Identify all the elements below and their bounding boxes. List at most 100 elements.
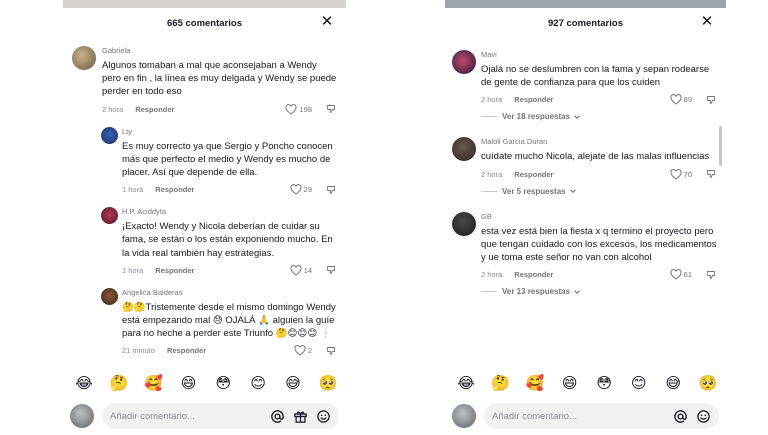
comment-item: Gabriela Algunos tomaban a mal que acons…	[72, 46, 346, 115]
emoji-button[interactable]: 🤔	[487, 373, 515, 393]
dislike-icon[interactable]	[326, 346, 336, 356]
comment-time: 2 hora	[481, 270, 503, 280]
like-button[interactable]: 2	[294, 345, 312, 357]
comment-username[interactable]: Angelica Balderas	[122, 288, 338, 297]
avatar[interactable]	[452, 50, 476, 74]
emoji-button[interactable]: 🥰	[521, 373, 549, 393]
emoji-button[interactable]: 🥺	[694, 373, 722, 393]
view-replies-label[interactable]: Ver 13 respuestas	[502, 287, 570, 296]
comment-input-placeholder[interactable]: Añadir comentario...	[110, 411, 262, 422]
at-icon[interactable]	[270, 409, 285, 424]
avatar[interactable]	[101, 287, 118, 305]
emoji-button[interactable]: 😄	[556, 373, 584, 393]
emoji-button[interactable]: 😄	[175, 373, 203, 393]
like-button[interactable]: 70	[670, 168, 692, 180]
reply-button[interactable]: Responder	[167, 346, 206, 355]
dislike-icon[interactable]	[706, 95, 716, 105]
comment-input[interactable]: Añadir comentario...	[484, 403, 719, 429]
heart-icon	[290, 264, 302, 276]
reply-button[interactable]: Responder	[514, 270, 553, 279]
close-icon[interactable]: ✕	[320, 14, 334, 29]
avatar[interactable]	[101, 207, 118, 225]
comments-count-title: 665 comentarios	[167, 17, 242, 29]
emoji-icon[interactable]	[316, 409, 331, 424]
emoji-icon[interactable]	[696, 409, 711, 424]
avatar[interactable]	[452, 137, 476, 162]
emoji-button[interactable]: 😅	[659, 373, 687, 393]
emoji-button[interactable]: 😳	[209, 373, 237, 393]
heart-icon	[294, 345, 306, 357]
view-replies-label[interactable]: Ver 18 respuestas	[502, 112, 570, 121]
heart-icon	[290, 184, 302, 195]
emoji-quick-bar: 😂 🤔 🥰 😄 😳 😊 😅 🥺	[445, 370, 726, 396]
emoji-button[interactable]: 🥺	[314, 373, 342, 393]
chevron-down-icon	[569, 189, 576, 194]
like-button[interactable]: 14	[290, 264, 312, 276]
like-count: 198	[299, 104, 312, 114]
avatar[interactable]	[101, 126, 118, 144]
comment-input-bar: Añadir comentario...	[63, 399, 346, 433]
avatar[interactable]	[72, 46, 96, 70]
reply-button[interactable]: Responder	[155, 266, 194, 275]
close-icon[interactable]: ✕	[700, 14, 714, 29]
reply-button[interactable]: Responder	[514, 95, 553, 104]
comment-meta: 2 hora Responder 61	[481, 269, 718, 280]
avatar[interactable]	[70, 404, 94, 428]
comment-item: Mavi Ojalá no se deslumbren con la fama …	[452, 50, 726, 121]
gift-icon[interactable]	[293, 409, 308, 424]
emoji-button[interactable]: 😂	[70, 373, 98, 393]
comment-input[interactable]: Añadir comentario...	[102, 403, 339, 429]
emoji-button[interactable]: 😅	[279, 373, 307, 393]
avatar[interactable]	[452, 211, 476, 236]
comment-username[interactable]: GB	[481, 212, 718, 221]
comment-time: 1 hora	[122, 185, 144, 195]
like-button[interactable]: 89	[670, 94, 692, 106]
view-replies-button[interactable]: Ver 18 respuestas	[481, 112, 718, 121]
emoji-button[interactable]: 😊	[244, 373, 272, 393]
comment-meta: 1 hora Responder 29	[122, 184, 338, 195]
comment-input-placeholder[interactable]: Añadir comentario...	[492, 411, 665, 422]
dislike-icon[interactable]	[326, 104, 336, 114]
comment-item: Maloli Garcia Duran cuídate mucho Nicola…	[452, 137, 726, 196]
view-replies-label[interactable]: Ver 5 respuestas	[502, 187, 566, 196]
view-replies-button[interactable]: Ver 13 respuestas	[481, 287, 718, 296]
video-edge	[63, 0, 346, 8]
comment-username[interactable]: Lty	[122, 127, 338, 136]
dislike-icon[interactable]	[706, 270, 716, 280]
comment-list[interactable]: Gabriela Algunos tomaban a mal que acons…	[63, 40, 346, 371]
chevron-down-icon	[574, 115, 580, 119]
emoji-button[interactable]: 😳	[590, 373, 618, 393]
comment-username[interactable]: Mavi	[481, 50, 718, 59]
divider	[481, 116, 497, 118]
emoji-button[interactable]: 😂	[452, 373, 480, 393]
heart-icon	[670, 269, 682, 280]
comment-username[interactable]: H.P. Aciddyta	[122, 207, 338, 216]
view-replies-button[interactable]: Ver 5 respuestas	[481, 187, 718, 196]
dislike-icon[interactable]	[326, 265, 336, 275]
avatar[interactable]	[452, 404, 476, 428]
heart-icon	[285, 103, 298, 115]
dislike-icon[interactable]	[326, 185, 336, 195]
dislike-icon[interactable]	[706, 169, 716, 179]
comment-meta: 2 hora Responder 198	[102, 103, 338, 115]
comment-text: 🤔🤔Tristemente desde el mismo domingo Wen…	[122, 301, 336, 340]
like-button[interactable]: 29	[290, 184, 312, 195]
comment-item: GB esta vez está bien la fiesta x q term…	[452, 211, 726, 296]
emoji-button[interactable]: 🥰	[140, 373, 168, 393]
comment-list[interactable]: Mavi Ojalá no se deslumbren con la fama …	[445, 40, 726, 371]
reply-button[interactable]: Responder	[514, 170, 553, 179]
emoji-button[interactable]: 🤔	[105, 373, 133, 393]
reply-button[interactable]: Responder	[155, 185, 194, 194]
like-button[interactable]: 198	[285, 103, 312, 115]
at-icon[interactable]	[673, 409, 688, 424]
comment-username[interactable]: Gabriela	[102, 46, 338, 55]
heart-icon	[670, 168, 682, 180]
reply-button[interactable]: Responder	[135, 105, 174, 114]
emoji-button[interactable]: 😊	[625, 373, 653, 393]
comment-time: 2 hora	[481, 169, 503, 179]
comment-text: cuídate mucho Nicola, alejate de las mal…	[481, 151, 710, 163]
comments-panel-right: 927 comentarios ✕ Mavi Ojalá no se deslu…	[445, 0, 726, 435]
like-count: 2	[307, 346, 312, 356]
like-button[interactable]: 61	[670, 269, 692, 280]
comment-username[interactable]: Maloli Garcia Duran	[481, 137, 718, 146]
